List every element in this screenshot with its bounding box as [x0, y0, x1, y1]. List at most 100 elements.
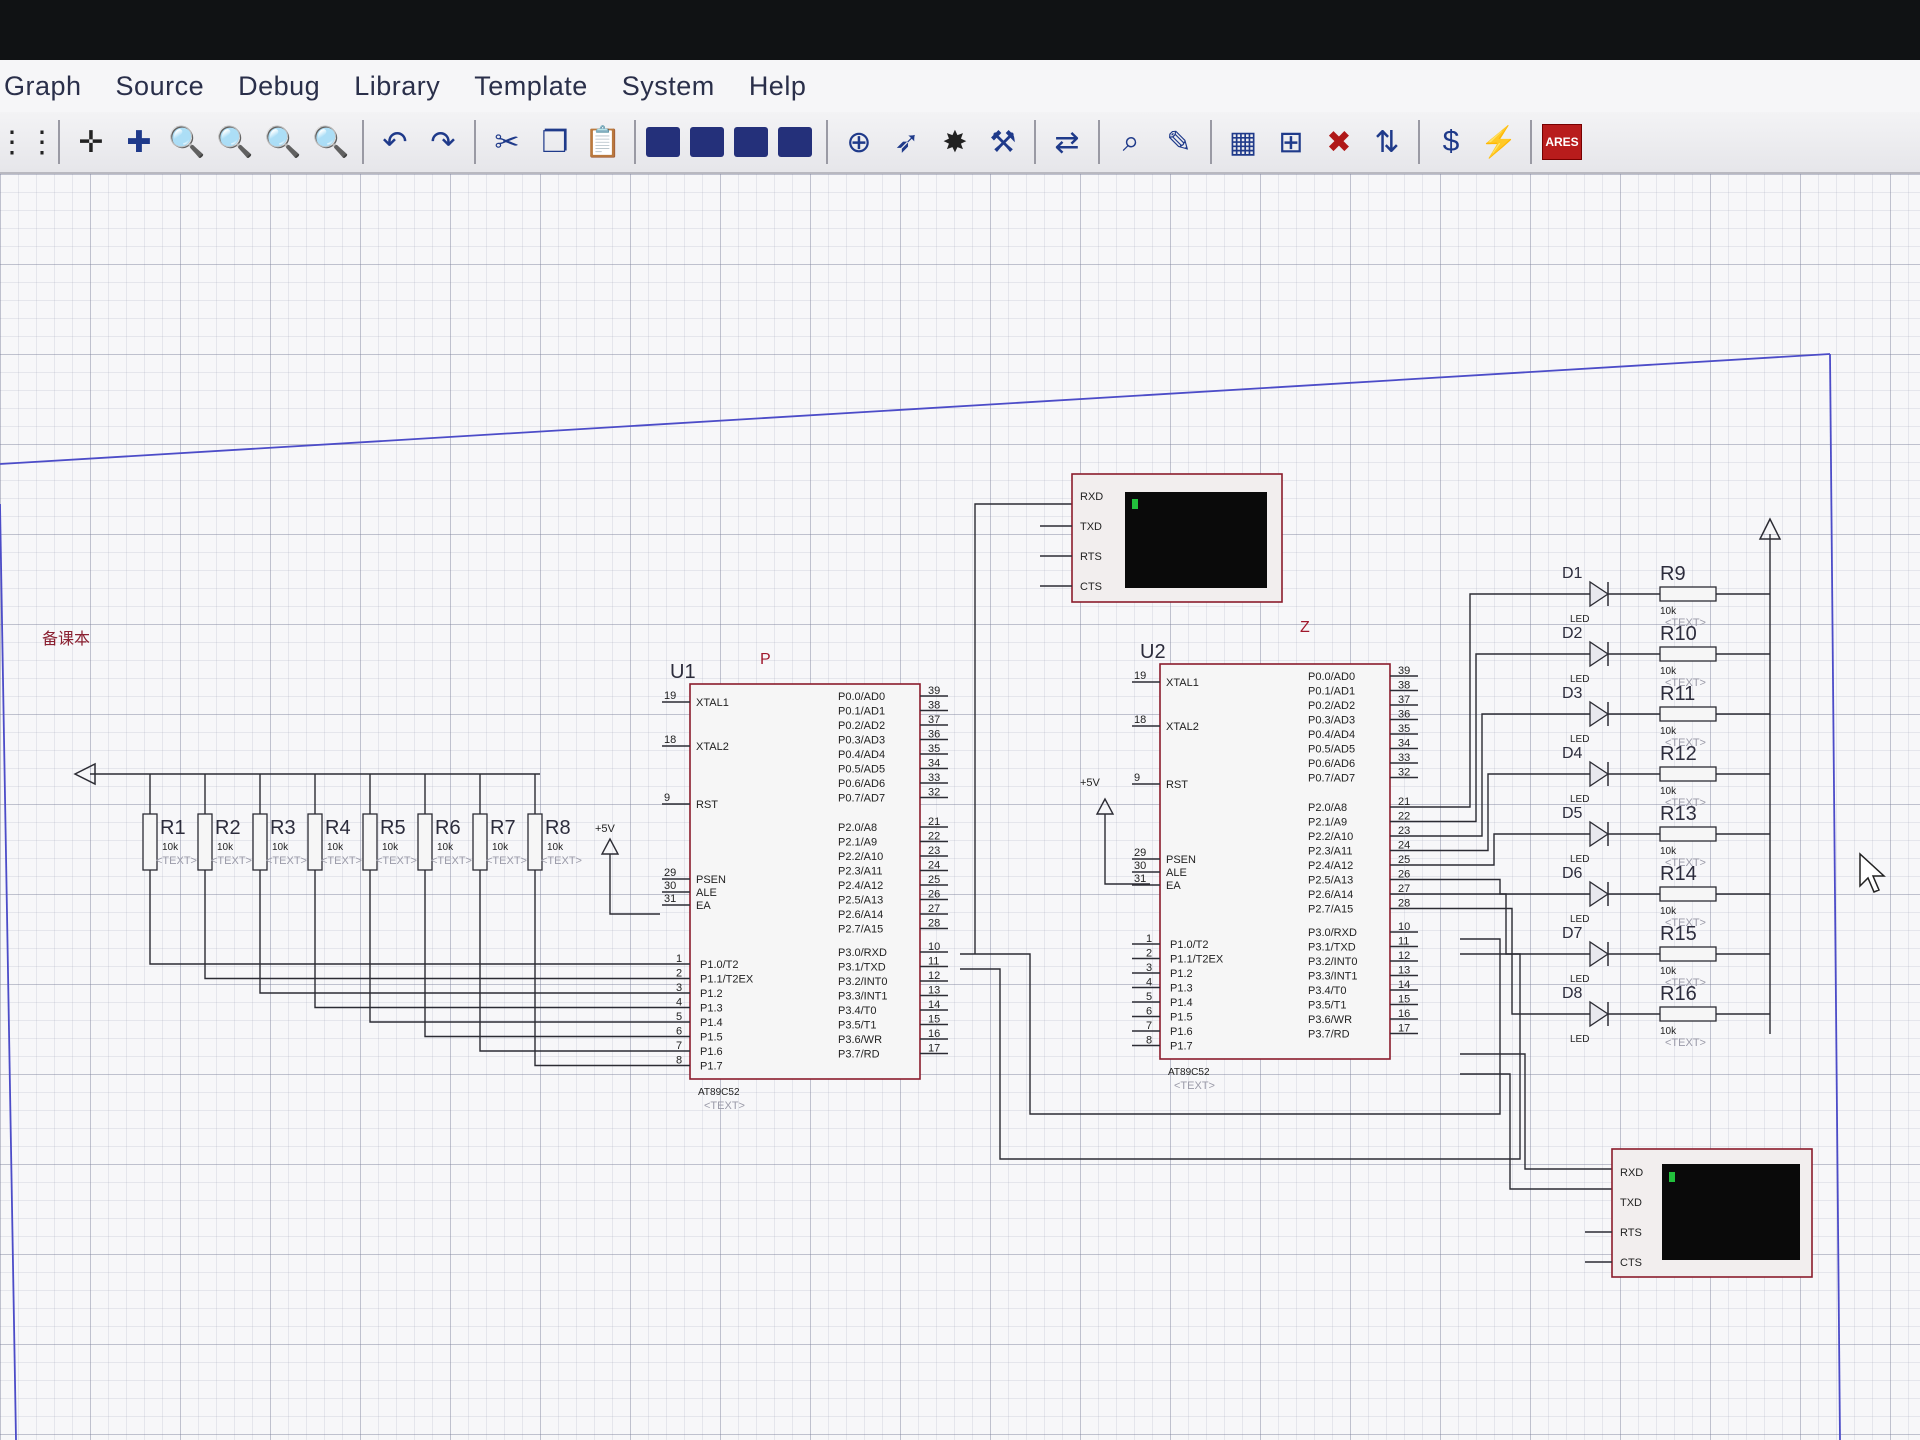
- resistor-body[interactable]: [362, 813, 378, 871]
- resistor-text: <TEXT>: [266, 855, 307, 867]
- block-move-icon[interactable]: [690, 127, 724, 157]
- pin-number: 16: [928, 1028, 940, 1040]
- resistor-body[interactable]: [472, 813, 488, 871]
- pin-number: 1: [1146, 933, 1152, 945]
- make-device-icon[interactable]: ➶: [886, 121, 928, 163]
- copy-icon[interactable]: ❐: [534, 121, 576, 163]
- menu-graph[interactable]: Graph: [4, 71, 82, 102]
- search-icon[interactable]: ⌕: [1110, 121, 1152, 163]
- led-body[interactable]: [1589, 880, 1610, 908]
- resistor-body[interactable]: [1659, 766, 1717, 782]
- resistor-text: <TEXT>: [1665, 1037, 1706, 1049]
- led-body[interactable]: [1589, 640, 1610, 668]
- menu-source[interactable]: Source: [116, 71, 205, 102]
- resistor-body[interactable]: [252, 813, 268, 871]
- zoom-in-icon[interactable]: 🔍: [166, 121, 208, 163]
- led-net: [1418, 878, 1570, 895]
- u1-at89c52[interactable]: U1AT89C52<TEXT>19XTAL118XTAL29RST29PSEN3…: [662, 661, 948, 1112]
- schematic-canvas[interactable]: 备课本 P Z U1 AT89C52 <TEXT> 19 XTAL1 18 XT…: [0, 174, 1920, 1440]
- pin-number: 21: [1398, 796, 1410, 808]
- undo-icon[interactable]: ↶: [374, 121, 416, 163]
- cut-icon[interactable]: ✂: [486, 121, 528, 163]
- pin-label: P3.0/RXD: [838, 947, 887, 959]
- resistor-body[interactable]: [1659, 946, 1717, 962]
- toolbar-separator: [1418, 120, 1420, 164]
- menu-debug[interactable]: Debug: [238, 71, 320, 102]
- resistor-body[interactable]: [1659, 826, 1717, 842]
- resistor-body[interactable]: [142, 813, 158, 871]
- schematic-sheet[interactable]: 备课本 P Z U1AT89C52<TEXT>19XTAL118XTAL29RS…: [0, 174, 1920, 1440]
- resistor-body[interactable]: [1659, 646, 1717, 662]
- pin-label: P1.2: [700, 988, 723, 1000]
- pin-number: 7: [1146, 1020, 1152, 1032]
- led-body[interactable]: [1589, 1000, 1610, 1028]
- u2-at89c52[interactable]: U2AT89C52<TEXT>19XTAL118XTAL29RST29PSEN3…: [1132, 641, 1418, 1092]
- led-part: LED: [1570, 614, 1589, 625]
- resistor-body[interactable]: [307, 813, 323, 871]
- led-body[interactable]: [1589, 940, 1610, 968]
- pin-number: 23: [928, 845, 940, 857]
- decompose-icon[interactable]: ⚒: [982, 121, 1024, 163]
- resistor-body[interactable]: [1659, 706, 1717, 722]
- pin-label: P0.0/AD0: [838, 691, 885, 703]
- block-delete-icon[interactable]: [778, 127, 812, 157]
- pin-label: P3.2/INT0: [1308, 956, 1358, 968]
- goto-sheet-icon[interactable]: ⇅: [1366, 121, 1408, 163]
- property-tool-icon[interactable]: ✎: [1158, 121, 1200, 163]
- menu-template[interactable]: Template: [474, 71, 588, 102]
- netlist-icon[interactable]: ▦: [1222, 121, 1264, 163]
- svg-text:CTS: CTS: [1080, 581, 1102, 593]
- led-body[interactable]: [1589, 760, 1610, 788]
- remove-sheet-icon[interactable]: ✖: [1318, 121, 1360, 163]
- resistor-body[interactable]: [197, 813, 213, 871]
- menu-library[interactable]: Library: [354, 71, 440, 102]
- led-body[interactable]: [1589, 580, 1610, 608]
- pin-number: 9: [1134, 772, 1140, 784]
- toolbar-separator: [1530, 120, 1532, 164]
- resistor-ref: R10: [1660, 623, 1697, 645]
- resistor-body[interactable]: [527, 813, 543, 871]
- resistor-text: <TEXT>: [156, 855, 197, 867]
- svg-text:RTS: RTS: [1620, 1227, 1642, 1239]
- grid-icon[interactable]: ⋮⋮: [0, 121, 57, 163]
- ares-button[interactable]: ARES: [1542, 124, 1582, 160]
- paste-icon[interactable]: 📋: [582, 121, 624, 163]
- block-rotate-icon[interactable]: [734, 127, 768, 157]
- pin-label: P0.7/AD7: [1308, 773, 1355, 785]
- svg-text:RTS: RTS: [1080, 551, 1102, 563]
- pan-icon[interactable]: ✚: [118, 121, 160, 163]
- toolbar-separator: [634, 120, 636, 164]
- chip-part: AT89C52: [1168, 1067, 1210, 1078]
- menu-help[interactable]: Help: [749, 71, 807, 102]
- redo-icon[interactable]: ↷: [422, 121, 464, 163]
- zoom-out-icon[interactable]: 🔍: [214, 121, 256, 163]
- resistor-body[interactable]: [1659, 1006, 1717, 1022]
- led-net: [1418, 713, 1570, 837]
- menu-system[interactable]: System: [622, 71, 715, 102]
- zoom-all-icon[interactable]: 🔍: [262, 121, 304, 163]
- virtual-terminal-bottom[interactable]: RXD TXD RTS CTS: [1585, 1148, 1813, 1278]
- resistor-body[interactable]: [1659, 586, 1717, 602]
- wire-autorouter-icon[interactable]: ⇄: [1046, 121, 1088, 163]
- pick-device-icon[interactable]: ⊕: [838, 121, 880, 163]
- resistor-ref: R8: [545, 817, 571, 839]
- pin-label: P0.6/AD6: [1308, 758, 1355, 770]
- virtual-terminal-top[interactable]: RXD TXD RTS CTS: [1040, 473, 1283, 603]
- led-body[interactable]: [1589, 820, 1610, 848]
- resistor-text: <TEXT>: [541, 855, 582, 867]
- electrical-check-icon[interactable]: ⚡: [1478, 121, 1520, 163]
- bill-of-materials-icon[interactable]: $: [1430, 121, 1472, 163]
- resistor-value: 10k: [272, 842, 289, 853]
- chip-part: AT89C52: [698, 1087, 740, 1098]
- zoom-area-icon[interactable]: 🔍: [310, 121, 352, 163]
- led-part: LED: [1570, 914, 1589, 925]
- origin-icon[interactable]: ✛: [70, 121, 112, 163]
- resistor-body[interactable]: [417, 813, 433, 871]
- led-body[interactable]: [1589, 700, 1610, 728]
- package-icon[interactable]: ✸: [934, 121, 976, 163]
- new-sheet-icon[interactable]: ⊞: [1270, 121, 1312, 163]
- resistor-ref: R11: [1660, 683, 1695, 705]
- chip-ref: U2: [1140, 641, 1166, 663]
- resistor-body[interactable]: [1659, 886, 1717, 902]
- block-copy-icon[interactable]: [646, 127, 680, 157]
